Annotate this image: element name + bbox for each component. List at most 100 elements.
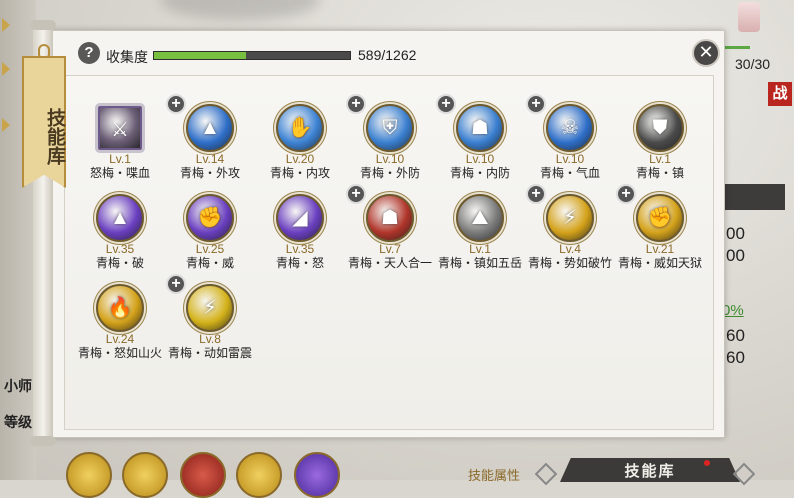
skill-item[interactable]: ✋ Lv.20 青梅・内攻 — [254, 104, 346, 184]
scroll-cap — [30, 436, 56, 446]
skill-icon[interactable]: ☠ — [546, 104, 594, 152]
collection-label: 收集度 — [106, 49, 148, 65]
skill-icon[interactable]: ☗ — [456, 104, 504, 152]
skill-item[interactable]: ⚡ + Lv.8 青梅・动如雷震 — [164, 274, 256, 364]
plus-icon[interactable]: + — [436, 94, 456, 114]
plus-icon[interactable]: + — [616, 184, 636, 204]
skill-item[interactable]: ⚔ Lv.1 怒梅・喋血 — [74, 104, 166, 184]
skill-item[interactable]: 🔥 Lv.24 青梅・怒如山火 — [74, 284, 166, 364]
skill-name: 青梅・外攻 — [179, 166, 240, 180]
skill-icon[interactable]: ◢ — [276, 194, 324, 242]
skill-icon[interactable]: ⛨ — [366, 104, 414, 152]
skill-item[interactable]: ☗ + Lv.7 青梅・天人合一 — [344, 184, 436, 274]
scroll-cap — [30, 20, 56, 30]
skill-name: 青梅・气血 — [539, 166, 600, 180]
right-stat-value: 60 — [726, 348, 745, 367]
skill-name: 青梅・天人合一 — [347, 256, 432, 270]
skill-name: 青梅・内攻 — [269, 166, 330, 180]
skill-icon[interactable]: ✋ — [276, 104, 324, 152]
skill-name: 青梅・怒如山火 — [77, 346, 162, 360]
skill-item[interactable]: ⚡ + Lv.4 青梅・势如破竹 — [524, 184, 616, 274]
left-label-level: 等级 — [4, 414, 32, 430]
skill-glyph-icon: ⚡ — [562, 207, 578, 229]
skill-icon[interactable]: ✊ — [636, 194, 684, 242]
plus-icon[interactable]: + — [166, 274, 186, 294]
panel-title: 技能库 — [44, 107, 66, 165]
right-stat-value: 00 — [726, 224, 745, 243]
hp-text: 30/30 — [735, 56, 771, 72]
notification-dot — [704, 460, 710, 466]
skill-name: 青梅・镇 — [635, 166, 684, 180]
skill-glyph-icon: ⛊ — [652, 117, 668, 139]
skill-icon[interactable]: ⛊ — [636, 104, 684, 152]
right-dark-bar — [725, 184, 785, 210]
left-arrow-icon[interactable] — [2, 18, 12, 32]
equipped-skill-slot[interactable] — [236, 452, 282, 498]
skill-item[interactable]: ▲ Lv.35 青梅・破 — [74, 194, 166, 274]
plus-icon[interactable]: + — [346, 184, 366, 204]
plus-icon[interactable]: + — [526, 184, 546, 204]
left-label-name: 小师 — [4, 378, 32, 394]
skill-glyph-icon: ✊ — [197, 207, 223, 229]
skill-glyph-icon: ✊ — [647, 207, 673, 229]
skill-name: 青梅・势如破竹 — [527, 256, 612, 270]
skill-item[interactable]: ◢ Lv.35 青梅・怒 — [254, 194, 346, 274]
skill-item[interactable]: ✊ Lv.25 青梅・威 — [164, 194, 256, 274]
right-stat-percent: 0% — [722, 302, 744, 319]
hp-bar — [724, 46, 750, 49]
skill-icon[interactable]: ⛰ — [456, 194, 504, 242]
skill-icon[interactable]: 🔥 — [96, 284, 144, 332]
skill-icon[interactable]: ▲ — [96, 194, 144, 242]
skill-name: 青梅・镇如五岳 — [437, 256, 522, 270]
skill-item[interactable]: ⛊ Lv.1 青梅・镇 — [614, 104, 706, 184]
skill-icon[interactable]: ⚡ — [546, 194, 594, 242]
help-icon[interactable]: ? — [78, 42, 100, 64]
equipped-skill-slot[interactable] — [294, 452, 340, 498]
tab-skill-library[interactable]: 技能库 — [560, 458, 740, 482]
skill-glyph-icon: ▲ — [200, 117, 220, 139]
skill-item[interactable]: ⛨ + Lv.10 青梅・外防 — [344, 94, 436, 184]
skill-name: 青梅・怒 — [275, 256, 324, 270]
skill-name: 怒梅・喋血 — [89, 166, 150, 180]
skill-item[interactable]: ⛰ Lv.1 青梅・镇如五岳 — [434, 194, 526, 274]
skill-glyph-icon: ▲ — [110, 207, 130, 229]
skill-icon[interactable]: ☗ — [366, 194, 414, 242]
skill-glyph-icon: ⛰ — [471, 207, 489, 229]
close-button[interactable]: ✕ — [692, 39, 720, 67]
equipped-skill-slot[interactable] — [180, 452, 226, 498]
skill-glyph-icon: ◢ — [292, 207, 308, 229]
skill-item[interactable]: ☠ + Lv.10 青梅・气血 — [524, 94, 616, 184]
collection-progress-fill — [154, 52, 246, 59]
collection-progress-bar — [153, 51, 351, 60]
battle-badge[interactable]: 战 — [768, 82, 792, 106]
skill-glyph-icon: ✋ — [287, 117, 313, 139]
skill-item[interactable]: ✊ + Lv.21 青梅・威如天狱 — [614, 184, 706, 274]
skill-icon[interactable]: ⚔ — [98, 106, 142, 150]
collection-value: 589/1262 — [358, 47, 417, 63]
left-arrow-icon[interactable] — [2, 62, 12, 76]
skill-name: 青梅・破 — [95, 256, 144, 270]
plus-icon[interactable]: + — [166, 94, 186, 114]
right-stat-value: 00 — [726, 246, 745, 265]
skill-item[interactable]: ☗ + Lv.10 青梅・内防 — [434, 94, 526, 184]
skill-glyph-icon: ☗ — [381, 207, 399, 229]
plus-icon[interactable]: + — [346, 94, 366, 114]
left-arrow-icon[interactable] — [2, 118, 12, 132]
skill-glyph-icon: ☗ — [471, 117, 489, 139]
skill-glyph-icon: ⚡ — [202, 297, 218, 319]
skill-name: 青梅・威 — [185, 256, 234, 270]
skill-glyph-icon: ⛨ — [382, 117, 398, 139]
right-stat-value: 60 — [726, 326, 745, 345]
skill-icon[interactable]: ✊ — [186, 194, 234, 242]
skill-name: 青梅・威如天狱 — [617, 256, 702, 270]
skill-glyph-icon: ⚔ — [111, 119, 129, 141]
skill-item[interactable]: ▲ + Lv.14 青梅・外攻 — [164, 94, 256, 184]
plus-icon[interactable]: + — [526, 94, 546, 114]
skill-glyph-icon: 🔥 — [107, 297, 133, 319]
equipped-skill-slot[interactable] — [122, 452, 168, 498]
skill-icon[interactable]: ▲ — [186, 104, 234, 152]
skill-icon[interactable]: ⚡ — [186, 284, 234, 332]
player-avatar[interactable] — [738, 2, 760, 32]
equipped-skill-slot[interactable] — [66, 452, 112, 498]
tab-skill-attributes[interactable]: 技能属性 — [468, 465, 520, 484]
